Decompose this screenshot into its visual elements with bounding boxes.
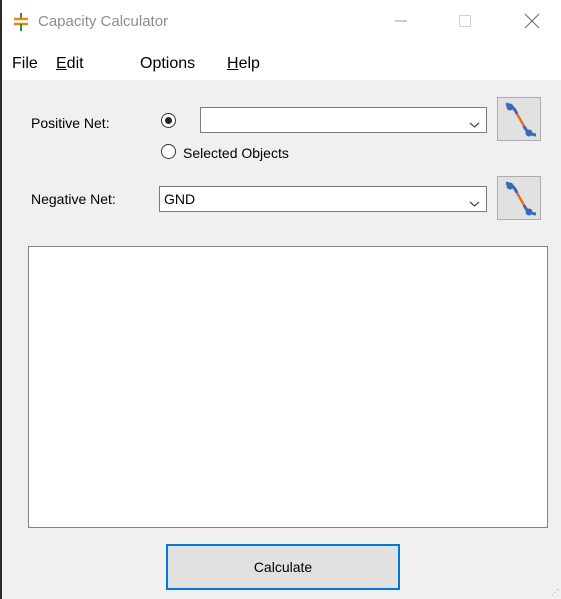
menu-help[interactable]: Help <box>227 55 260 73</box>
positive-net-pick-button[interactable] <box>497 97 541 141</box>
menu-options[interactable]: Options <box>140 55 195 73</box>
positive-net-label: Positive Net: <box>31 115 110 131</box>
chevron-down-icon <box>469 195 480 213</box>
positive-net-combo[interactable] <box>200 107 487 133</box>
calculate-button[interactable]: Calculate <box>166 544 400 590</box>
selected-objects-label[interactable]: Selected Objects <box>183 145 289 161</box>
negative-net-combo[interactable]: GND <box>159 186 487 212</box>
negative-net-combo-value: GND <box>164 191 196 207</box>
capacitor-icon <box>11 12 31 32</box>
menu-bar: File Edit Options Help <box>2 46 561 80</box>
minimize-icon <box>394 14 408 33</box>
close-icon <box>524 13 540 34</box>
menu-edit-mnemonic: E <box>56 55 67 72</box>
menu-help-label: elp <box>238 55 260 72</box>
menu-file-label: File <box>12 55 38 72</box>
selected-objects-radio[interactable] <box>161 144 176 159</box>
negative-net-label: Negative Net: <box>31 191 116 207</box>
menu-edit-label: dit <box>66 55 84 72</box>
maximize-icon <box>458 14 472 33</box>
maximize-button[interactable] <box>442 0 488 46</box>
close-button[interactable] <box>509 0 555 46</box>
chevron-down-icon <box>469 116 480 134</box>
title-bar[interactable]: Capacity Calculator <box>2 0 561 46</box>
menu-options-label: Options <box>140 55 196 72</box>
minimize-button[interactable] <box>378 0 424 46</box>
menu-edit[interactable]: Edit <box>56 55 84 73</box>
negative-net-pick-button[interactable] <box>497 176 541 220</box>
resize-grip[interactable]: ⋰ <box>551 588 559 597</box>
menu-help-mnemonic: H <box>227 55 239 72</box>
positive-net-combo-radio[interactable] <box>161 113 176 128</box>
menu-file[interactable]: File <box>12 55 38 73</box>
client-area: Positive Net: Selected Objects Negative … <box>2 80 561 599</box>
window-title: Capacity Calculator <box>38 13 169 30</box>
results-textbox[interactable] <box>28 246 548 528</box>
